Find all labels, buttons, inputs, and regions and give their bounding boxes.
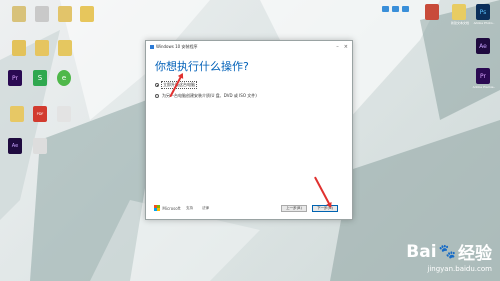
watermark-brand2: 经验 [458, 244, 492, 264]
close-icon[interactable]: × [344, 44, 348, 50]
premiere-icon[interactable]: Pr [8, 70, 22, 86]
desktop-label-r3: Adobe Premie.. [472, 85, 496, 89]
desktop-icon-1[interactable] [12, 6, 26, 22]
desktop-icon-3[interactable] [58, 6, 72, 22]
tray-icon-2[interactable] [392, 6, 399, 12]
desktop-icon-r1[interactable] [425, 4, 439, 20]
tray-icon-3[interactable] [402, 6, 409, 12]
setup-icon [150, 45, 154, 49]
dialog-titlebar: Windows 10 安装程序 – × [146, 41, 352, 53]
radio-upgrade[interactable] [155, 83, 159, 87]
browser-icon[interactable]: e [57, 70, 71, 86]
dialog-title: Windows 10 安装程序 [156, 44, 198, 49]
minimize-icon[interactable]: – [336, 44, 339, 50]
premiere-icon-right[interactable]: Pr [476, 68, 490, 84]
aftereffects-icon[interactable]: Ae [476, 38, 490, 54]
desktop-icon-4[interactable] [80, 6, 94, 22]
radio-create-media[interactable] [155, 94, 159, 98]
desktop-label-r2: Adobe Photo.. [473, 21, 495, 25]
back-button[interactable]: 上一步(B) [281, 205, 307, 212]
desktop-icon-2[interactable] [35, 6, 49, 22]
paw-icon: 🐾 [438, 243, 456, 260]
desktop-icon-6[interactable] [35, 40, 49, 56]
desktop-icon-7[interactable] [58, 40, 72, 56]
windows-logo-icon [154, 205, 161, 212]
option-upgrade-label: 立即升级这台电脑 [161, 81, 197, 89]
option-create-media-label: 为另一台电脑创建安装介质(U 盘、DVD 或 ISO 文件) [162, 93, 257, 98]
aftereffects-icon-left[interactable]: Ae [8, 138, 22, 154]
dialog-footer: Microsoft 支持 法律 上一步(B) 下一步(N) [146, 199, 352, 219]
pdf-icon[interactable]: PDF [33, 106, 47, 122]
microsoft-logo: Microsoft [154, 205, 181, 212]
desktop-icon-5[interactable] [12, 40, 26, 56]
baidu-watermark: Bai 🐾 经验 jingyan.baidu.com [406, 239, 492, 274]
desktop-icon-r2[interactable] [452, 4, 466, 20]
microsoft-label: Microsoft [162, 205, 181, 211]
app-s-icon[interactable]: S [33, 70, 47, 86]
tray-icon-1[interactable] [382, 6, 389, 12]
watermark-url: jingyan.baidu.com [427, 265, 492, 273]
watermark-brand: Bai [406, 241, 437, 262]
legal-link[interactable]: 法律 [202, 206, 209, 211]
folder-icon-2[interactable] [33, 138, 47, 154]
page-title: 你想执行什么操作? [155, 60, 249, 73]
folder-icon[interactable] [10, 106, 24, 122]
photoshop-icon[interactable]: Ps [476, 4, 490, 20]
file-icon[interactable] [57, 106, 71, 122]
support-link[interactable]: 支持 [186, 206, 193, 211]
